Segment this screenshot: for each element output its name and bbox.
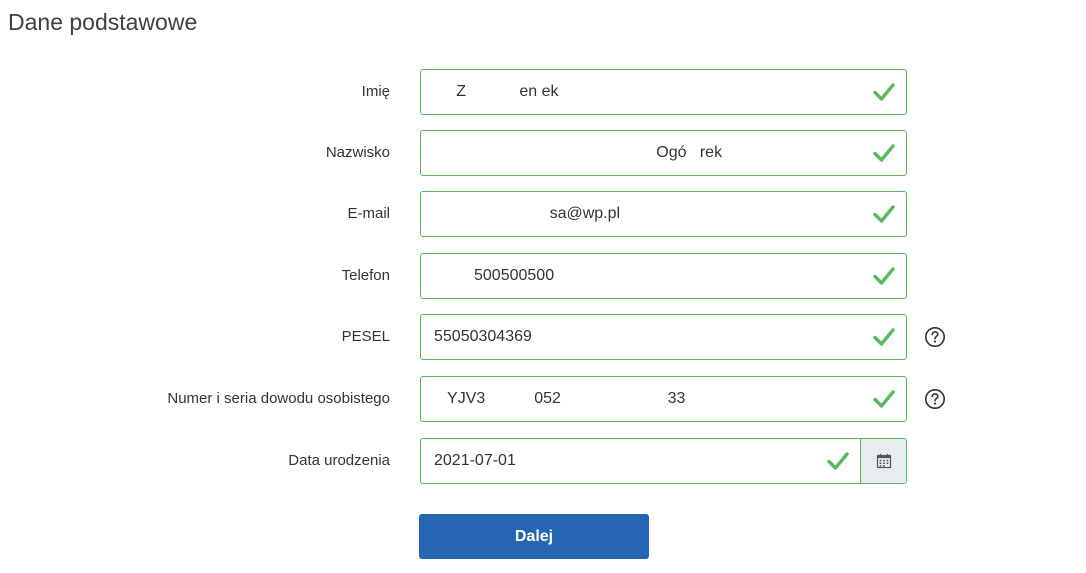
check-icon bbox=[873, 205, 895, 223]
pesel-row: PESEL 55050304369 bbox=[0, 314, 1086, 360]
birth-date-input[interactable]: 2021-07-01 bbox=[420, 438, 907, 484]
question-circle-icon[interactable] bbox=[924, 326, 946, 348]
birth-date-label: Data urodzenia bbox=[288, 452, 390, 469]
first-name-value: Z en ek bbox=[434, 83, 559, 100]
check-icon bbox=[873, 267, 895, 285]
id-card-value: YJV3 052 33 bbox=[434, 390, 686, 407]
last-name-value: Ogó rek bbox=[434, 144, 723, 161]
question-circle-icon[interactable] bbox=[924, 388, 946, 410]
check-icon bbox=[873, 390, 895, 408]
email-label: E-mail bbox=[347, 205, 390, 222]
birth-date-row: Data urodzenia 2021-07-01 bbox=[0, 438, 1086, 484]
check-icon bbox=[873, 144, 895, 162]
check-icon bbox=[827, 452, 849, 470]
phone-input[interactable]: 500500500 bbox=[420, 253, 907, 299]
email-value: sa@wp.pl bbox=[434, 205, 621, 222]
email-row: E-mail sa@wp.pl bbox=[0, 191, 1086, 237]
phone-value: 500500500 bbox=[434, 267, 555, 284]
page-title: Dane podstawowe bbox=[8, 9, 198, 35]
pesel-label: PESEL bbox=[341, 328, 390, 345]
calendar-icon bbox=[876, 453, 892, 469]
pesel-value: 55050304369 bbox=[434, 328, 532, 345]
check-icon bbox=[873, 83, 895, 101]
email-field[interactable]: sa@wp.pl bbox=[420, 191, 907, 237]
last-name-input[interactable]: Ogó rek bbox=[420, 130, 907, 176]
phone-row: Telefon 500500500 bbox=[0, 253, 1086, 299]
first-name-row: Imię Z en ek bbox=[0, 69, 1086, 115]
pesel-input[interactable]: 55050304369 bbox=[420, 314, 907, 360]
phone-label: Telefon bbox=[341, 267, 390, 284]
check-icon bbox=[873, 328, 895, 346]
id-card-input[interactable]: YJV3 052 33 bbox=[420, 376, 907, 422]
first-name-input[interactable]: Z en ek bbox=[420, 69, 907, 115]
last-name-label: Nazwisko bbox=[325, 144, 390, 161]
last-name-row: Nazwisko Ogó rek bbox=[0, 130, 1086, 176]
first-name-label: Imię bbox=[361, 83, 390, 100]
id-card-row: Numer i seria dowodu osobistego YJV3 052… bbox=[0, 376, 1086, 422]
birth-date-value: 2021-07-01 bbox=[434, 452, 516, 469]
id-card-label: Numer i seria dowodu osobistego bbox=[167, 390, 390, 407]
date-picker-button[interactable] bbox=[860, 439, 906, 483]
next-button[interactable]: Dalej bbox=[419, 514, 649, 559]
